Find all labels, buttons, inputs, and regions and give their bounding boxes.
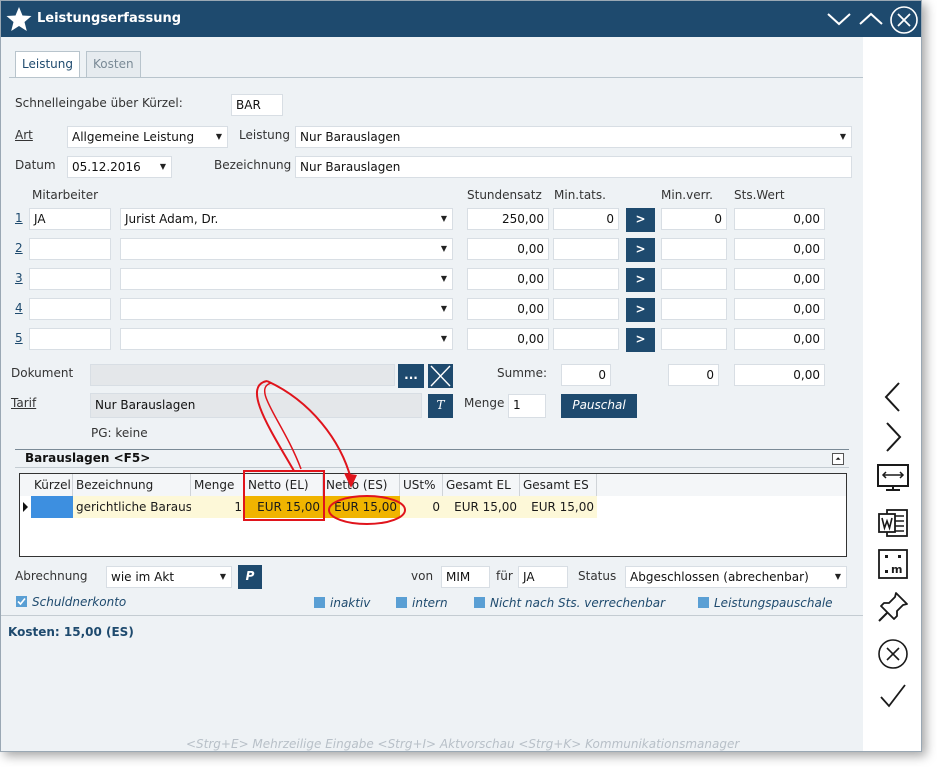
inaktiv-label: inaktiv <box>330 596 371 610</box>
nicht-sts-label: Nicht nach Sts. verrechenbar <box>490 596 666 610</box>
kosten-summary: Kosten: 15,00 (ES) <box>8 625 134 639</box>
star-icon <box>6 7 32 31</box>
intern-checkbox[interactable]: intern <box>396 596 448 610</box>
dropdown-arrow-icon: ▼ <box>219 572 227 581</box>
placeholder-button[interactable]: m <box>863 545 921 583</box>
word-export-button[interactable] <box>863 503 921 543</box>
fuer-input[interactable]: JA <box>518 566 568 588</box>
checkbox-checked-icon <box>16 596 27 607</box>
next-button[interactable] <box>863 417 921 457</box>
schuldnerkonto-label: Schuldnerkonto <box>32 595 127 609</box>
inaktiv-checkbox[interactable]: inaktiv <box>314 596 370 610</box>
annotation-overlay <box>243 380 406 525</box>
close-icon[interactable] <box>888 4 920 36</box>
von-label: von <box>411 569 434 583</box>
von-input[interactable]: MIM <box>441 566 490 588</box>
nicht-sts-checkbox[interactable]: Nicht nach Sts. verrechenbar <box>474 596 665 610</box>
checkbox-icon <box>314 597 325 608</box>
screen-width-button[interactable] <box>863 461 921 497</box>
checkmark-icon <box>880 684 906 708</box>
chevron-right-icon <box>886 422 902 452</box>
main-content: Leistung Kosten Schnelleingabe über Kürz… <box>1 37 863 751</box>
dropdown-arrow-icon: ▼ <box>834 572 842 581</box>
screen-width-icon <box>877 464 909 491</box>
window-title: Leistungserfassung <box>37 11 182 26</box>
chevron-up-icon[interactable] <box>857 9 885 29</box>
status-label: Status <box>578 569 617 583</box>
cancel-circle-icon <box>878 639 908 669</box>
cancel-button[interactable] <box>863 635 921 673</box>
previous-button[interactable] <box>863 377 921 417</box>
abrechnung-p-button[interactable]: P <box>238 565 262 589</box>
pin-button[interactable] <box>863 587 921 627</box>
shortcut-hint: <Strg+E> Mehrzeilige Eingabe <Strg+I> Ak… <box>186 737 740 751</box>
fuer-label: für <box>496 569 513 583</box>
svg-text:m: m <box>891 563 902 576</box>
right-toolbar: m <box>863 37 921 751</box>
leistungspauschale-checkbox[interactable]: Leistungspauschale <box>698 596 833 610</box>
abrechnung-value: wie im Akt <box>111 570 175 584</box>
title-bar: Leistungserfassung <box>1 1 921 37</box>
status-select[interactable]: Abgeschlossen (abrechenbar) ▼ <box>625 566 847 588</box>
checkbox-icon <box>698 597 709 608</box>
checkbox-icon <box>474 597 485 608</box>
intern-label: intern <box>412 596 448 610</box>
checkbox-icon <box>396 597 407 608</box>
abrechnung-select[interactable]: wie im Akt ▼ <box>106 566 232 588</box>
placeholder-m-icon: m <box>878 549 908 579</box>
abrechnung-label: Abrechnung <box>15 569 88 583</box>
leistungspauschale-label: Leistungspauschale <box>714 596 833 610</box>
status-value: Abgeschlossen (abrechenbar) <box>630 570 809 584</box>
chevron-left-icon <box>884 382 900 412</box>
footer-divider <box>1 615 863 616</box>
confirm-button[interactable] <box>863 677 921 715</box>
leistungserfassung-window: Leistungserfassung Leistung Kosten Schne… <box>0 0 922 752</box>
schuldnerkonto-checkbox[interactable]: Schuldnerkonto <box>16 595 126 609</box>
pin-icon <box>878 592 908 622</box>
chevron-down-icon[interactable] <box>825 9 853 29</box>
word-icon <box>878 509 908 537</box>
